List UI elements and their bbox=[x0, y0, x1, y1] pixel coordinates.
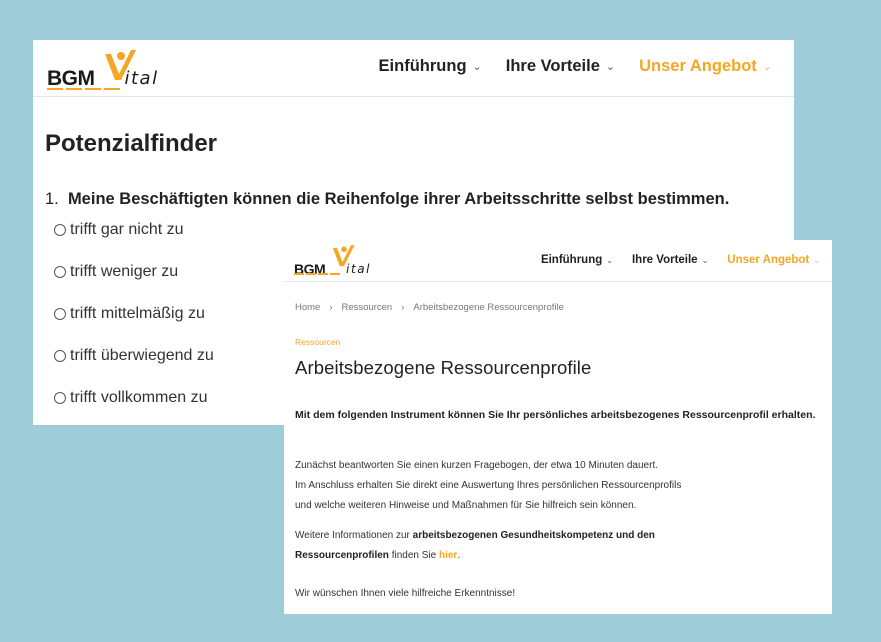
logo-underline bbox=[47, 88, 123, 90]
bgm-vital-logo[interactable]: BGM ital bbox=[47, 50, 159, 90]
main-nav: Einführung ⌄ Ihre Vorteile ⌄ Unser Angebot… bbox=[355, 57, 772, 76]
main-nav: Einführung ⌄ Ihre Vorteile ⌄ Unser Angebot… bbox=[522, 254, 820, 266]
chevron-down-icon: ⌄ bbox=[762, 61, 772, 73]
page-title: Potenzialfinder bbox=[45, 130, 218, 157]
nav-ihre-vorteile[interactable]: Ihre Vorteile ⌄ bbox=[632, 254, 708, 266]
bgm-vital-logo[interactable]: BGM ital bbox=[294, 245, 371, 277]
radio-option[interactable]: trifft gar nicht zu bbox=[54, 221, 214, 263]
radio-option[interactable]: trifft weniger zu bbox=[54, 263, 214, 305]
nav-ihre-vorteile[interactable]: Ihre Vorteile ⌄ bbox=[506, 57, 615, 76]
site-header: BGM ital Einführung ⌄ Ihre Vorteile ⌄ Unse… bbox=[284, 240, 832, 282]
radio-icon[interactable] bbox=[54, 224, 66, 236]
radio-icon[interactable] bbox=[54, 308, 66, 320]
question-1: 1. Meine Beschäftigten können die Reihen… bbox=[45, 190, 730, 208]
section-tag[interactable]: Ressourcen bbox=[295, 337, 340, 347]
answer-options: trifft gar nicht zu trifft weniger zu tr… bbox=[54, 221, 214, 431]
site-header: BGM ital Einführung ⌄ Ihre Vorteile ⌄ Unse… bbox=[33, 40, 794, 97]
info-paragraph: Weitere Informationen zur arbeitsbezogen… bbox=[295, 530, 655, 561]
chevron-down-icon: ⌄ bbox=[472, 61, 482, 73]
radio-icon[interactable] bbox=[54, 392, 66, 404]
radio-option[interactable]: trifft vollkommen zu bbox=[54, 389, 214, 431]
breadcrumb-separator: › bbox=[401, 302, 405, 313]
logo-v-figure-icon bbox=[332, 245, 355, 267]
closing-text: Wir wünschen Ihnen viele hilfreiche Erke… bbox=[295, 588, 516, 599]
breadcrumb-current: Arbeitsbezogene Ressourcenprofile bbox=[413, 302, 564, 313]
nav-einfuehrung[interactable]: Einführung ⌄ bbox=[541, 254, 613, 266]
breadcrumb: Home › Ressourcen › Arbeitsbezogene Ress… bbox=[295, 302, 564, 313]
nav-einfuehrung[interactable]: Einführung ⌄ bbox=[379, 57, 482, 76]
chevron-down-icon: ⌄ bbox=[813, 255, 820, 265]
ressourcenprofile-window: BGM ital Einführung ⌄ Ihre Vorteile ⌄ Unse… bbox=[284, 240, 832, 614]
chevron-down-icon: ⌄ bbox=[606, 255, 613, 265]
radio-icon[interactable] bbox=[54, 350, 66, 362]
intro-text: Mit dem folgenden Instrument können Sie … bbox=[295, 409, 816, 421]
nav-unser-angebot[interactable]: Unser Angebot ⌄ bbox=[639, 57, 772, 76]
breadcrumb-home[interactable]: Home bbox=[295, 302, 320, 313]
chevron-down-icon: ⌄ bbox=[701, 255, 709, 265]
description-paragraph: Zunächst beantworten Sie einen kurzen Fr… bbox=[295, 460, 682, 511]
logo-v-figure-icon bbox=[105, 50, 136, 80]
breadcrumb-ressourcen[interactable]: Ressourcen bbox=[342, 302, 393, 313]
breadcrumb-separator: › bbox=[329, 302, 333, 313]
page-title: Arbeitsbezogene Ressourcenprofile bbox=[295, 357, 592, 378]
hier-link[interactable]: hier bbox=[439, 550, 457, 561]
chevron-down-icon: ⌄ bbox=[605, 61, 616, 73]
nav-unser-angebot[interactable]: Unser Angebot ⌄ bbox=[727, 254, 820, 266]
radio-option[interactable]: trifft mittelmäßig zu bbox=[54, 305, 214, 347]
logo-underline bbox=[294, 273, 342, 275]
radio-icon[interactable] bbox=[54, 266, 66, 278]
radio-option[interactable]: trifft überwiegend zu bbox=[54, 347, 214, 389]
